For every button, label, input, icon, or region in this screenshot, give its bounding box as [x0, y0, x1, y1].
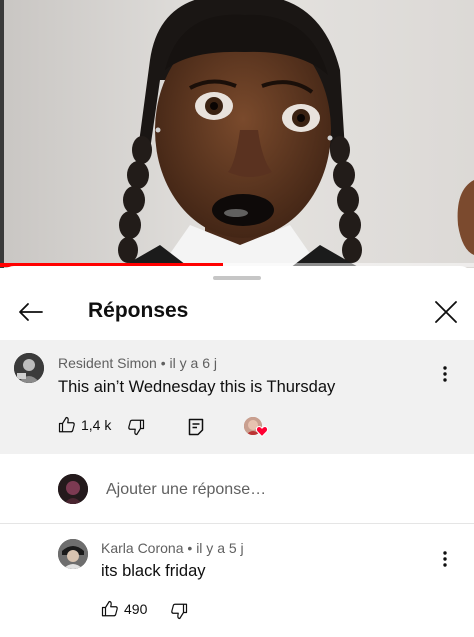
comment-meta: Resident Simon • il y a 6 j [58, 355, 217, 371]
comment-time: il y a 5 j [196, 540, 244, 556]
comment-text: its black friday [101, 562, 206, 580]
arrow-left-icon [19, 303, 43, 321]
comment-author[interactable]: Karla Corona [101, 540, 184, 556]
parent-comment: Resident Simon • il y a 6 j This ain’t W… [0, 340, 474, 454]
close-button[interactable] [428, 294, 464, 330]
meta-separator: • [183, 540, 197, 556]
sheet-header: Réponses [0, 286, 474, 338]
dislike-button[interactable] [170, 602, 188, 620]
avatar[interactable] [58, 539, 88, 569]
thumbs-up-icon [58, 416, 75, 433]
creator-heart-badge [244, 417, 270, 439]
comment-text: This ain’t Wednesday this is Thursday [58, 378, 336, 396]
back-button[interactable] [12, 294, 48, 330]
user-avatar-image [14, 353, 44, 383]
reply-button[interactable] [188, 418, 204, 436]
comment-time: il y a 6 j [169, 355, 217, 371]
heart-icon [256, 426, 268, 437]
comment-author[interactable]: Resident Simon [58, 355, 157, 371]
more-vertical-icon [443, 366, 447, 382]
comment-meta: Karla Corona • il y a 5 j [101, 540, 244, 556]
video-player[interactable] [0, 0, 474, 268]
own-avatar-image [58, 474, 88, 504]
reply-comment: Karla Corona • il y a 5 j its black frid… [0, 524, 474, 637]
more-vertical-icon [443, 551, 447, 567]
avatar[interactable] [14, 353, 44, 383]
close-icon [435, 301, 457, 323]
more-options-button[interactable] [433, 547, 457, 571]
thumbs-down-icon [171, 603, 188, 620]
drag-handle[interactable] [213, 276, 261, 280]
video-frame-image [0, 0, 474, 268]
like-button[interactable]: 1,4 k [58, 416, 111, 434]
like-count: 490 [124, 601, 148, 617]
sheet-title: Réponses [88, 299, 189, 322]
own-avatar [58, 474, 88, 504]
more-options-button[interactable] [433, 362, 457, 386]
like-button[interactable]: 490 [101, 600, 147, 618]
meta-separator: • [156, 355, 170, 371]
add-reply-input[interactable]: Ajouter une réponse… [106, 481, 266, 499]
user-avatar-image [58, 539, 88, 569]
replies-sheet: Réponses Resident Simon • il y a 6 j Thi… [0, 266, 474, 637]
like-count: 1,4 k [81, 417, 112, 433]
thumbs-down-icon [128, 419, 145, 436]
thumbs-up-icon [101, 600, 118, 617]
dislike-button[interactable] [127, 418, 145, 436]
add-reply-row[interactable]: Ajouter une réponse… [0, 454, 474, 524]
comment-reply-icon [188, 418, 204, 436]
